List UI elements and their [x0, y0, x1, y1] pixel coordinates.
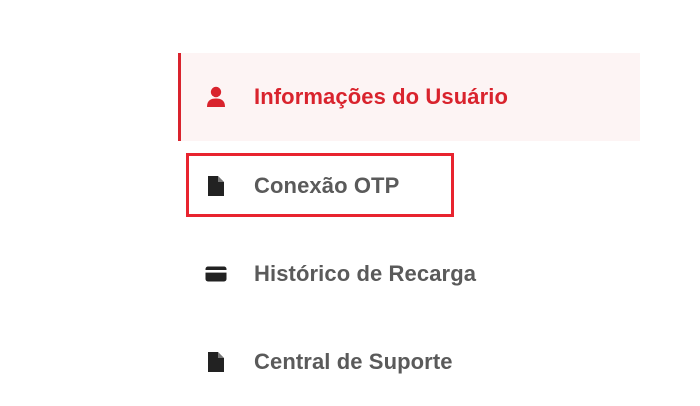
- menu-item-recharge-history[interactable]: Histórico de Recarga: [178, 230, 640, 318]
- document-icon: [204, 350, 228, 374]
- menu-item-support-center[interactable]: Central de Suporte: [178, 318, 640, 406]
- user-icon: [204, 85, 228, 109]
- account-menu: Informações do Usuário Conexão OTP Histó…: [0, 0, 700, 400]
- menu-item-label: Informações do Usuário: [254, 84, 509, 109]
- menu-item-otp-connection[interactable]: Conexão OTP: [178, 142, 640, 230]
- menu-item-user-info[interactable]: Informações do Usuário: [178, 53, 640, 141]
- document-icon: [204, 174, 228, 198]
- menu-item-label: Central de Suporte: [254, 349, 453, 374]
- menu-item-label: Histórico de Recarga: [254, 261, 477, 286]
- menu-item-label: Conexão OTP: [254, 173, 400, 198]
- credit-card-icon: [204, 262, 228, 286]
